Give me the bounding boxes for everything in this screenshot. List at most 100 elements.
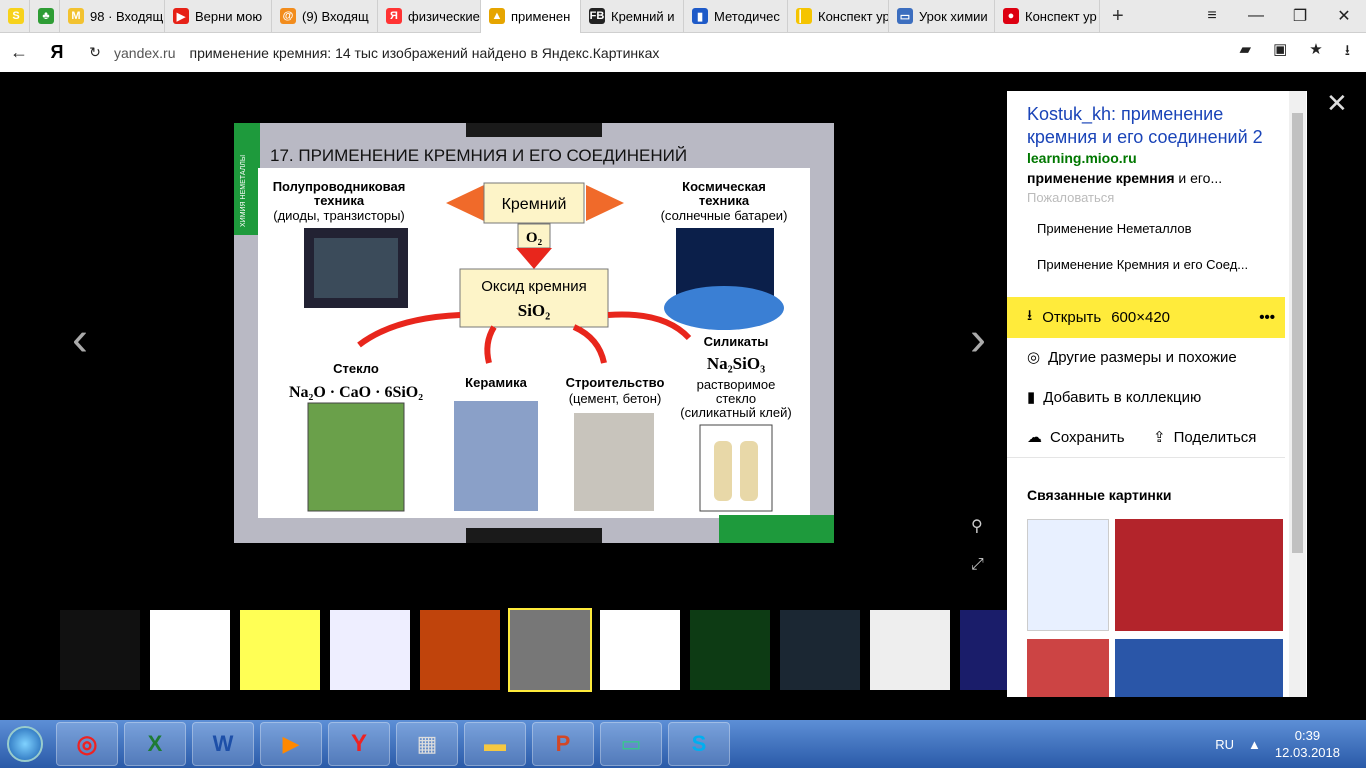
page-title[interactable]: применение кремния: 14 тыс изображений н… [189,45,659,61]
clock-time: 0:39 [1294,728,1321,743]
taskbar-app-calculator[interactable]: ▦ [396,722,458,766]
source-title[interactable]: Kostuk_kh: применение кремния и его соед… [1027,103,1277,149]
collection-link-2[interactable]: Применение Кремния и его Соед... [1037,257,1248,272]
mailru-icon: @ [280,8,296,24]
thumbnail[interactable] [240,610,320,690]
open-size: 600×420 [1111,309,1171,326]
taskbar-app-yandex[interactable]: Y [328,722,390,766]
menu-icon[interactable]: ≡ [1190,7,1234,25]
tab-video[interactable]: ● Конспект ур [995,0,1100,33]
oxygen-label: O₂ [526,230,543,246]
tab-label: Верни мою [195,8,263,24]
tab-youtube[interactable]: ▶ Верни мою [165,0,272,33]
open-label: Открыть [1042,309,1102,326]
ceramics-photo [454,401,538,511]
tab-label: Конспект ур [818,8,889,24]
related-thumbnail[interactable] [1115,639,1283,697]
tab-mailru[interactable]: @ (9) Входящ [272,0,378,33]
close-viewer-icon[interactable]: ✕ [1326,88,1348,119]
tray-arrow-icon[interactable]: ▲ [1248,737,1261,752]
language-indicator[interactable]: RU [1215,737,1234,752]
taskbar-app-word[interactable]: W [192,722,254,766]
thumbnail[interactable] [150,610,230,690]
tab-images[interactable]: ▲ применен [481,0,581,33]
thumbnail[interactable] [330,610,410,690]
related-thumbnail[interactable] [1027,519,1109,631]
prev-arrow-icon[interactable]: ‹ [72,312,88,367]
yandex-logo-icon[interactable]: Я [38,42,76,63]
tab-book[interactable]: ▮ Методичес [684,0,788,33]
slide-header: 17. ПРИМЕНЕНИЕ КРЕМНИЯ И ЕГО СОЕДИНЕНИЙ [270,146,687,165]
thumbnail[interactable] [60,610,140,690]
taskbar-app-media[interactable]: ▶ [260,722,322,766]
glue-photo [699,424,773,512]
clock[interactable]: 0:39 12.03.2018 [1275,727,1340,761]
thumbnail[interactable] [780,610,860,690]
tab-clover[interactable]: ♣ [30,0,60,33]
restore-icon[interactable]: ❐ [1278,6,1322,26]
address-bar: ← Я ↻ yandex.ru применение кремния: 14 т… [0,33,1366,72]
tab-yandex[interactable]: Яфизические [378,0,481,33]
reload-icon[interactable]: ↻ [76,44,114,61]
thumbnail-selected[interactable] [508,608,592,692]
save-button[interactable]: ☁ Сохранить [1027,428,1125,447]
taskbar-app-powerpoint[interactable]: P [532,722,594,766]
silicates-formula: Na₂SiO₃ [707,354,765,373]
add-collection-button[interactable]: ▮ Добавить в коллекцию [1027,388,1201,407]
board-icon: ▭ [897,8,913,24]
star-icon[interactable]: ★ [1309,40,1322,65]
new-tab-button[interactable]: + [1100,5,1136,28]
related-thumbnail[interactable] [1027,639,1109,697]
thumbnail-strip [60,608,1020,692]
taskbar-app-explorer[interactable]: ▬ [464,722,526,766]
download-icon[interactable]: ⭳ [1345,40,1350,65]
semi-label-2: техника [314,193,365,208]
start-button[interactable] [0,720,50,768]
fullscreen-icon[interactable]: ⤢ [971,556,984,574]
system-tray: RU ▲ 0:39 12.03.2018 [1215,727,1366,761]
complain-link[interactable]: Пожаловаться [1027,190,1114,205]
source-domain[interactable]: learning.mioo.ru [1027,150,1137,166]
tab-yandex-s[interactable]: S [0,0,30,33]
tab-bar: S ♣ M 98 · Входящ ▶ Верни мою @ (9) Входящ Яфизи… [0,0,1366,33]
silicon-label: Кремний [502,196,567,213]
oxide-formula: SiO₂ [518,301,551,320]
share-button[interactable]: ⇪ Поделиться [1153,428,1256,447]
taskbar-app-opera[interactable]: ◎ [56,722,118,766]
book-icon: ▮ [692,8,708,24]
thumbnail[interactable] [600,610,680,690]
minimize-icon[interactable]: — [1234,7,1278,25]
taskbar-app-skype[interactable]: S [668,722,730,766]
thumbnail[interactable] [870,610,950,690]
close-window-icon[interactable]: ✕ [1322,6,1366,26]
sil-label-3: (силикатный клей) [680,405,791,420]
space-label-2: техника [699,193,750,208]
open-button[interactable]: ⭳ Открыть 600×420 ••• [1007,297,1285,338]
tab-pencil[interactable]: ▏ Конспект ур [788,0,889,33]
taskbar-app-photos[interactable]: ▭ [600,722,662,766]
tab-fb[interactable]: FB Кремний и [581,0,684,33]
space-label-3: (солнечные батареи) [661,208,788,223]
tab-mail[interactable]: M 98 · Входящ [60,0,165,33]
main-image[interactable]: ХИМИЯ НЕМЕТАЛЛЫ 17. ПРИМЕНЕНИЕ КРЕМНИЯ И… [234,123,834,543]
youtube-icon: ▶ [173,8,189,24]
taskbar-app-excel[interactable]: X [124,722,186,766]
address-domain[interactable]: yandex.ru [114,45,175,61]
protect-icon[interactable]: ▰ [1240,40,1252,65]
related-thumbnail[interactable] [1115,519,1283,631]
other-sizes-button[interactable]: ◎ Другие размеры и похожие [1027,348,1237,367]
collection-link-1[interactable]: Применение Неметаллов [1037,221,1192,236]
save-label: Сохранить [1050,428,1125,446]
thumbnail[interactable] [420,610,500,690]
more-button[interactable]: ••• [1259,309,1285,326]
next-arrow-icon[interactable]: › [970,312,986,367]
back-icon[interactable]: ← [0,42,38,63]
other-sizes-label: Другие размеры и похожие [1048,348,1237,366]
build-label-2: (цемент, бетон) [569,391,662,406]
panel-scrollbar[interactable] [1289,91,1306,697]
lock-icon[interactable]: ▣ [1273,40,1287,65]
zoom-icon[interactable]: ⚲ [971,516,983,536]
yandex-icon: Я [386,8,402,24]
thumbnail[interactable] [690,610,770,690]
tab-board[interactable]: ▭ Урок химии [889,0,995,33]
